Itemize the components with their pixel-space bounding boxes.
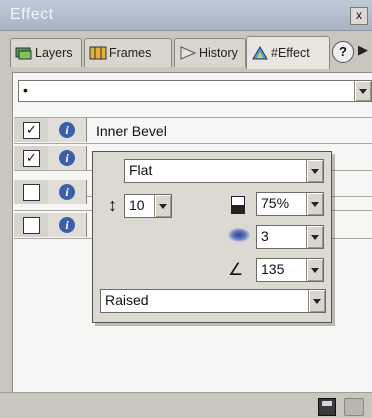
info-icon[interactable]: i xyxy=(59,184,75,200)
bevel-width-icon: ↕ xyxy=(108,195,117,215)
list-item: i xyxy=(48,180,87,204)
effect-checkbox[interactable] xyxy=(23,184,40,201)
softness-icon xyxy=(228,228,250,242)
opacity-value: 75% xyxy=(261,195,290,211)
tab-label: History xyxy=(199,46,238,60)
close-button[interactable]: x xyxy=(350,7,368,25)
list-item: ✓ xyxy=(14,146,49,170)
tab-frames[interactable]: Frames xyxy=(84,38,172,67)
chevron-down-icon[interactable] xyxy=(154,195,171,217)
list-item xyxy=(14,213,49,237)
chevron-down-icon[interactable] xyxy=(306,226,323,248)
effect-selector-value: • xyxy=(23,82,28,98)
chevron-down-icon[interactable] xyxy=(308,290,325,312)
tab-label: Layers xyxy=(35,46,73,60)
effect-checkbox[interactable] xyxy=(23,217,40,234)
tab-label: Frames xyxy=(109,46,152,60)
bevel-width-field[interactable]: 10 xyxy=(124,194,172,218)
title-bar[interactable] xyxy=(0,0,372,31)
bevel-preset-value: Raised xyxy=(105,292,149,308)
list-item: i xyxy=(48,118,87,142)
list-item xyxy=(14,180,49,204)
history-icon xyxy=(180,46,197,60)
list-item: i xyxy=(48,213,87,237)
opacity-icon xyxy=(231,196,245,214)
bevel-type-value: Flat xyxy=(129,162,153,178)
bevel-width-value: 10 xyxy=(129,197,145,213)
info-icon[interactable]: i xyxy=(59,217,75,233)
bevel-type-dropdown[interactable]: Flat xyxy=(124,159,324,183)
opacity-field[interactable]: 75% xyxy=(256,192,324,216)
softness-field[interactable]: 3 xyxy=(256,225,324,249)
save-style-icon[interactable] xyxy=(318,398,336,416)
tab-scroll-right-icon[interactable]: ▶ xyxy=(358,42,372,62)
help-button[interactable]: ? xyxy=(332,41,354,63)
effect-checkbox[interactable]: ✓ xyxy=(23,150,40,167)
tab-strip: Layers Frames History #Effect ? ▶ xyxy=(10,36,372,72)
angle-value: 135 xyxy=(261,261,285,277)
info-icon[interactable]: i xyxy=(59,150,75,166)
layers-icon xyxy=(15,47,32,60)
softness-value: 3 xyxy=(261,228,269,244)
angle-field[interactable]: 135 xyxy=(256,258,324,282)
delete-effect-icon[interactable] xyxy=(344,398,364,416)
chevron-down-icon[interactable] xyxy=(354,81,371,101)
chevron-down-icon[interactable] xyxy=(306,193,323,215)
info-icon[interactable]: i xyxy=(59,122,75,138)
tab-history[interactable]: History xyxy=(174,38,246,67)
row-divider xyxy=(14,143,372,144)
tab-effect[interactable]: #Effect xyxy=(246,36,330,69)
frames-icon xyxy=(89,46,107,60)
effect-icon xyxy=(252,46,268,60)
tab-layers[interactable]: Layers xyxy=(10,38,82,67)
chevron-down-icon[interactable] xyxy=(306,259,323,281)
window-title: Effect xyxy=(10,6,54,23)
effect-name[interactable]: Inner Bevel xyxy=(96,123,167,139)
effect-checkbox[interactable]: ✓ xyxy=(23,122,40,139)
angle-icon: ∠ xyxy=(228,260,244,279)
chevron-down-icon[interactable] xyxy=(306,160,323,182)
effect-selector-dropdown[interactable]: • xyxy=(18,80,372,102)
list-item: i xyxy=(48,146,87,170)
list-item: ✓ xyxy=(14,118,49,142)
tab-label: #Effect xyxy=(271,46,310,60)
panel-footer xyxy=(0,392,372,418)
bevel-preset-dropdown[interactable]: Raised xyxy=(100,289,326,313)
